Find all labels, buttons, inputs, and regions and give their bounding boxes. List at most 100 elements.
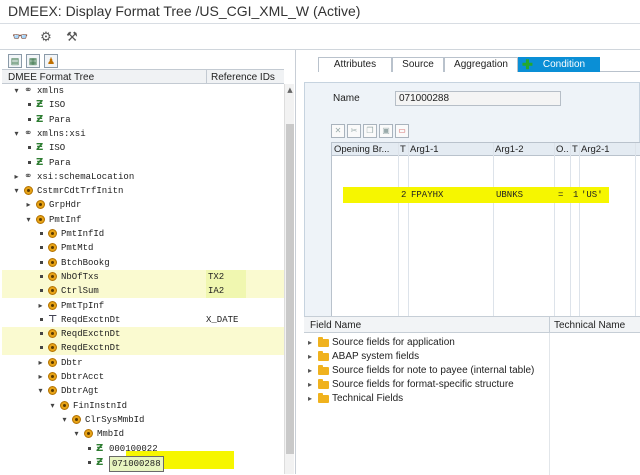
tab-condition-label: Condition [542, 59, 586, 70]
hammer-icon[interactable]: ⚒ [64, 29, 80, 45]
chevron-right-icon[interactable]: ▸ [308, 336, 312, 350]
expand-all-icon[interactable]: ▤ [8, 54, 22, 68]
tree-node[interactable]: Ƶ ISO [2, 141, 284, 155]
tree-node[interactable]: ⊤ ReqdExctnDt X_DATE [2, 313, 284, 327]
find-icon[interactable]: ♟ [44, 54, 58, 68]
scroll-up-icon[interactable]: ▲ [285, 86, 295, 94]
cell-arg2-1[interactable]: 'US' [581, 190, 603, 200]
field-group[interactable]: ▸ Source fields for note to payee (intern… [308, 364, 548, 378]
tab-source[interactable]: Source [392, 57, 444, 72]
cell-operator[interactable]: = [558, 190, 563, 200]
tree-node[interactable]: BtchBookg [2, 256, 284, 270]
col-field-name[interactable]: Field Name [310, 320, 361, 331]
field-group[interactable]: ▸ Source fields for application [308, 336, 548, 350]
tree-node[interactable]: PmtMtd [2, 241, 284, 255]
col-opening-bracket[interactable]: Opening Br... [334, 144, 389, 155]
leaf-bullet-icon [40, 246, 43, 249]
tab-aggregation[interactable]: Aggregation [444, 57, 518, 72]
tree-node[interactable]: CtrlSum IA2 [2, 284, 284, 298]
field-group[interactable]: ▸ Technical Fields [308, 392, 548, 406]
tree-node[interactable]: ▾ DbtrAgt [2, 384, 284, 398]
collapse-all-icon[interactable]: ▦ [26, 54, 40, 68]
chevron-right-icon[interactable]: ▸ [24, 198, 33, 212]
tree-scrollbar[interactable]: ▲ [284, 84, 294, 474]
cut-icon[interactable]: ✂ [347, 124, 361, 138]
col-arg1-2[interactable]: Arg1-2 [495, 144, 524, 155]
tree-node[interactable]: ▾ CstmrCdtTrfInitn [2, 184, 284, 198]
element-node-icon: Ƶ [36, 157, 44, 168]
tree-header-format-tree[interactable]: DMEE Format Tree [8, 72, 204, 83]
col-technical-name[interactable]: Technical Name [549, 317, 640, 332]
tree-node[interactable]: ▾ PmtInf [2, 213, 284, 227]
tree-node[interactable]: ▸ DbtrAcct [2, 370, 284, 384]
tree-node[interactable]: ▾ MmbId [2, 427, 284, 441]
cell-t2[interactable]: 1 [573, 190, 578, 200]
tree-node[interactable]: ▸ GrpHdr [2, 198, 284, 212]
chevron-right-icon[interactable]: ▸ [12, 170, 21, 184]
chevron-down-icon[interactable]: ▾ [48, 399, 57, 413]
atom-node-icon [36, 200, 45, 209]
leaf-bullet-icon [28, 118, 31, 121]
tree-node[interactable]: Ƶ Para [2, 156, 284, 170]
cell-t1[interactable]: 2 [401, 190, 406, 200]
tree-node[interactable]: Ƶ ISO [2, 98, 284, 112]
copy-icon[interactable]: ❐ [363, 124, 377, 138]
chevron-right-icon[interactable]: ▸ [308, 364, 312, 378]
display-change-icon[interactable]: ⚙ [38, 29, 54, 45]
tree-node-label: ClrSysMmbId [85, 415, 145, 425]
chevron-right-icon[interactable]: ▸ [308, 392, 312, 406]
chevron-down-icon[interactable]: ▾ [24, 213, 33, 227]
tab-condition[interactable]: ✚ Condition [518, 57, 600, 72]
chevron-right-icon[interactable]: ▸ [308, 350, 312, 364]
tree-node[interactable]: ReqdExctnDt [2, 341, 284, 355]
tree-node-label: Dbtr [61, 358, 83, 368]
tree-node[interactable]: ▾ ⚭ xmlns:xsi [2, 127, 284, 141]
tree-node[interactable]: ▸ ⚭ xsi:schemaLocation [2, 170, 284, 184]
attribute-node-icon: ⚭ [24, 171, 33, 182]
tree-node[interactable]: PmtInfId [2, 227, 284, 241]
tree-node-label: PmtMtd [61, 243, 94, 253]
chevron-right-icon[interactable]: ▸ [36, 299, 45, 313]
chevron-down-icon[interactable]: ▾ [36, 384, 45, 398]
cell-arg1-1[interactable]: FPAYHX [411, 190, 443, 200]
tree-node[interactable]: ReqdExctnDt [2, 327, 284, 341]
tree-node-label: PmtInfId [61, 229, 105, 239]
chevron-down-icon[interactable]: ▾ [12, 84, 21, 98]
condition-grid: Opening Br... T Arg1-1 Arg1-2 O.. T Arg2… [331, 142, 640, 338]
paste-icon[interactable]: ▣ [379, 124, 393, 138]
chevron-down-icon[interactable]: ▾ [60, 413, 69, 427]
col-arg2-1[interactable]: Arg2-1 [581, 144, 610, 155]
tree-node[interactable]: ▾ ClrSysMmbId [2, 413, 284, 427]
delete-row-icon[interactable]: ✕ [331, 124, 345, 138]
leaf-bullet-icon [88, 461, 91, 464]
atom-node-icon [48, 386, 57, 395]
chevron-right-icon[interactable]: ▸ [36, 370, 45, 384]
col-operator[interactable]: O.. [556, 144, 569, 155]
tree-node[interactable]: Ƶ Para [2, 113, 284, 127]
tree-node[interactable]: ▾ FinInstnId [2, 399, 284, 413]
tree-node[interactable]: Ƶ 071000288 [2, 456, 284, 472]
field-group[interactable]: ▸ ABAP system fields [308, 350, 548, 364]
tree-node[interactable]: NbOfTxs TX2 [2, 270, 284, 284]
col-type-1[interactable]: T [400, 144, 406, 155]
tab-attributes[interactable]: Attributes [318, 57, 392, 72]
name-field[interactable]: 071000288 [395, 91, 561, 106]
tree-node[interactable]: Ƶ 000100022 [2, 442, 284, 456]
cell-arg1-2[interactable]: UBNKS [496, 190, 523, 200]
chevron-down-icon[interactable]: ▾ [12, 184, 21, 198]
scroll-thumb[interactable] [286, 124, 294, 454]
tree-header-reference-ids[interactable]: Reference IDs [206, 70, 284, 83]
insert-row-icon[interactable]: ▭ [395, 124, 409, 138]
chevron-down-icon[interactable]: ▾ [72, 427, 81, 441]
field-group[interactable]: ▸ Source fields for format-specific struc… [308, 378, 548, 392]
chevron-right-icon[interactable]: ▸ [36, 356, 45, 370]
tree-node[interactable]: ▾ ⚭ xmlns [2, 84, 284, 98]
tree-node[interactable]: ▸ PmtTpInf [2, 299, 284, 313]
col-type-2[interactable]: T [572, 144, 578, 155]
chevron-right-icon[interactable]: ▸ [308, 378, 312, 392]
col-arg1-1[interactable]: Arg1-1 [410, 144, 439, 155]
chevron-down-icon[interactable]: ▾ [12, 127, 21, 141]
glasses-icon[interactable]: 👓 [12, 29, 28, 45]
atom-node-icon [48, 286, 57, 295]
tree-node[interactable]: ▸ Dbtr [2, 356, 284, 370]
